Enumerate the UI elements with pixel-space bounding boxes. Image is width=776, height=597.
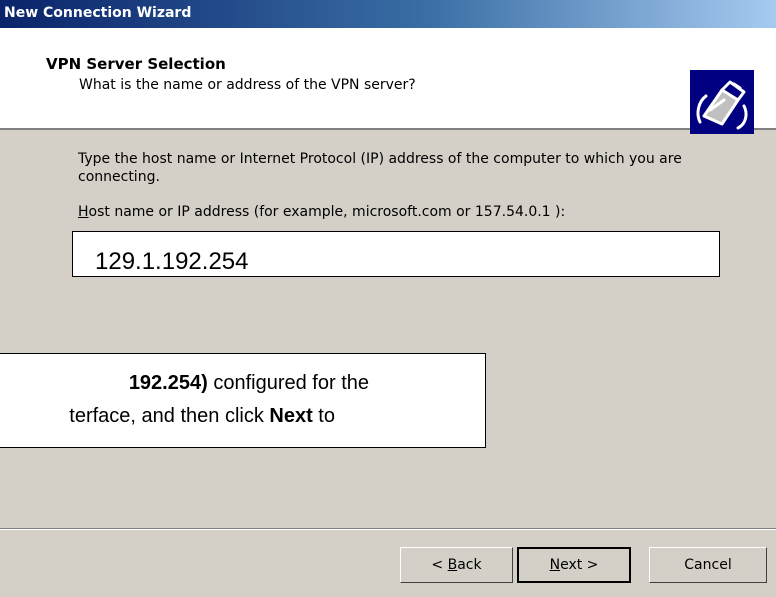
next-button-accelerator: N bbox=[549, 557, 561, 573]
callout-text-2b: to bbox=[312, 405, 335, 427]
instruction-text: Type the host name or Internet Protocol … bbox=[78, 151, 682, 185]
back-button-arrow: < bbox=[431, 557, 448, 573]
page-subtitle: What is the name or address of the VPN s… bbox=[79, 77, 416, 93]
back-button[interactable]: < Back bbox=[400, 547, 513, 583]
window-title: New Connection Wizard bbox=[4, 5, 192, 21]
wizard-header: VPN Server Selection What is the name or… bbox=[0, 28, 776, 134]
callout-line-1: 192.254) configured for the bbox=[129, 372, 369, 395]
back-button-accelerator: B bbox=[447, 557, 458, 573]
callout-text-2a: terface, and then click bbox=[69, 405, 270, 427]
host-address-input[interactable]: 129.1.192.254 bbox=[72, 231, 720, 277]
callout-line-2: terface, and then click Next to bbox=[69, 405, 335, 428]
annotation-callout: 192.254) configured for the terface, and… bbox=[0, 353, 486, 448]
host-label-accelerator: H bbox=[78, 204, 89, 220]
next-button[interactable]: Next > bbox=[517, 547, 631, 583]
next-button-label: ext > bbox=[560, 557, 599, 573]
back-button-label: ack bbox=[457, 557, 482, 573]
button-separator bbox=[0, 528, 776, 530]
callout-text-1: configured for the bbox=[207, 372, 369, 394]
host-field-label: Host name or IP address (for example, mi… bbox=[78, 204, 565, 220]
callout-bold-address: 192.254) bbox=[128, 372, 208, 394]
title-bar: New Connection Wizard bbox=[0, 0, 776, 28]
host-label-text: ost name or IP address (for example, mic… bbox=[88, 204, 566, 220]
cancel-button[interactable]: Cancel bbox=[649, 547, 767, 583]
vpn-connection-icon bbox=[690, 70, 754, 134]
page-title: VPN Server Selection bbox=[46, 55, 226, 73]
callout-bold-next: Next bbox=[269, 405, 313, 427]
